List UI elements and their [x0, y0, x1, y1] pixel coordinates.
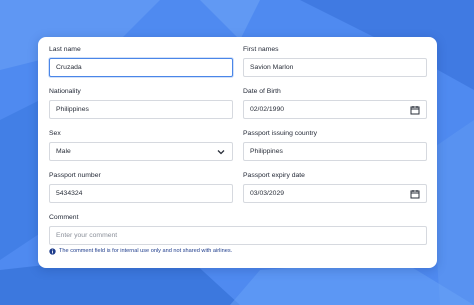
calendar-icon[interactable]	[410, 105, 420, 115]
passport-expiry-date-input[interactable]: 03/03/2029	[243, 184, 427, 203]
first-names-value: Savion Marlon	[250, 64, 294, 71]
passport-issuing-country-input[interactable]: Philippines	[243, 142, 427, 161]
nationality-value: Philippines	[56, 106, 89, 113]
passport-number-value: 5434324	[56, 190, 83, 197]
sex-value: Male	[56, 148, 71, 155]
date-of-birth-label: Date of Birth	[243, 88, 281, 95]
chevron-down-icon[interactable]	[216, 147, 226, 157]
passport-number-label: Passport number	[49, 172, 101, 179]
nationality-input[interactable]: Philippines	[49, 100, 233, 119]
comment-note: The comment field is for internal use on…	[59, 248, 233, 254]
comment-placeholder: Enter your comment	[56, 232, 118, 239]
info-icon	[49, 248, 56, 255]
last-name-label: Last name	[49, 46, 81, 53]
comment-label: Comment	[49, 214, 79, 221]
sex-select[interactable]: Male	[49, 142, 233, 161]
first-names-label: First names	[243, 46, 279, 53]
date-of-birth-input[interactable]: 02/02/1990	[243, 100, 427, 119]
last-name-input[interactable]: Cruzada	[49, 58, 233, 77]
passport-expiry-date-label: Passport expiry date	[243, 172, 305, 179]
comment-input[interactable]: Enter your comment	[49, 226, 427, 245]
last-name-value: Cruzada	[56, 64, 82, 71]
passport-issuing-country-label: Passport issuing country	[243, 130, 318, 137]
passenger-form-card: Last name Cruzada First names Savion Mar…	[38, 37, 437, 268]
passport-expiry-date-value: 03/03/2029	[250, 190, 285, 197]
calendar-icon[interactable]	[410, 189, 420, 199]
first-names-input[interactable]: Savion Marlon	[243, 58, 427, 77]
nationality-label: Nationality	[49, 88, 81, 95]
sex-label: Sex	[49, 130, 61, 137]
passport-number-input[interactable]: 5434324	[49, 184, 233, 203]
passport-issuing-country-value: Philippines	[250, 148, 283, 155]
date-of-birth-value: 02/02/1990	[250, 106, 285, 113]
